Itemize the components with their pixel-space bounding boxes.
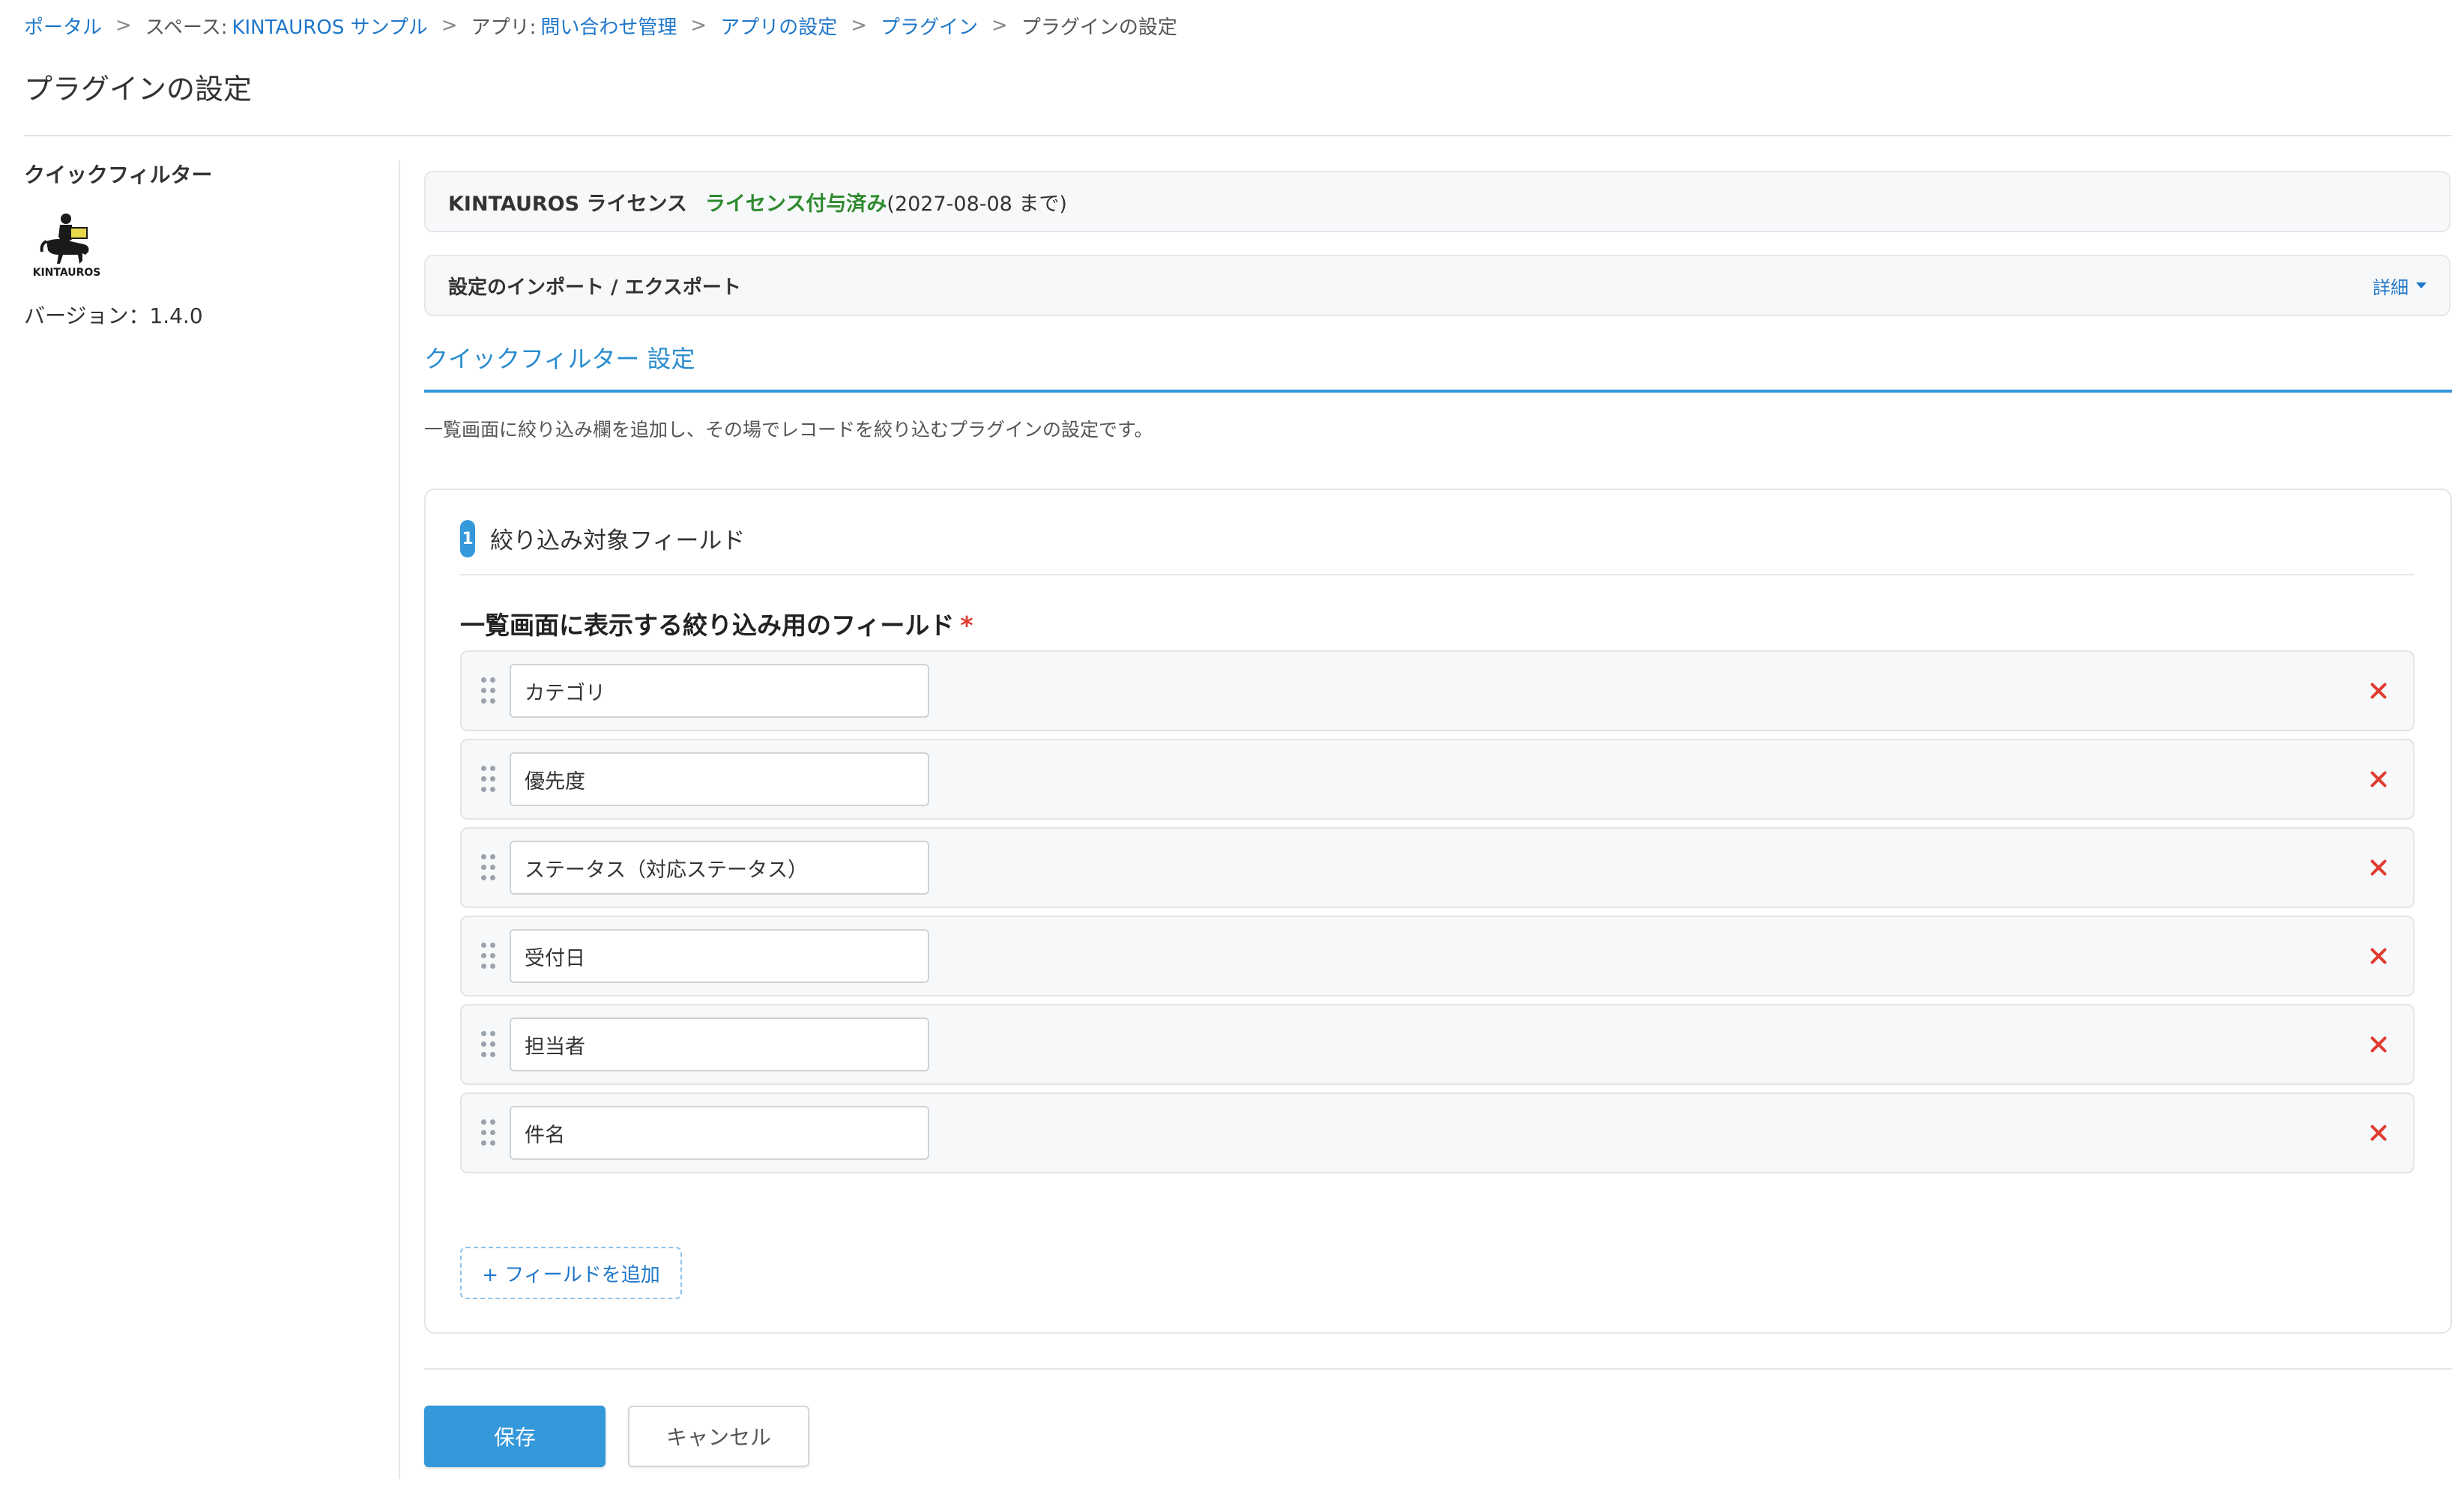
svg-text:KINTAUROS: KINTAUROS: [33, 267, 101, 279]
field-row: ステータス（対応ステータス）: [460, 827, 2415, 908]
import-export-bar: 設定のインポート / エクスポート 詳細: [424, 255, 2451, 316]
field-select[interactable]: 受付日: [510, 929, 929, 983]
breadcrumb: ポータル > スペース: KINTAUROS サンプル > アプリ: 問い合わせ…: [24, 10, 1177, 40]
delete-icon[interactable]: [2367, 856, 2391, 880]
breadcrumb-separator: >: [441, 14, 458, 37]
plugin-name: クイックフィルター: [24, 163, 213, 187]
breadcrumb-app-settings-link[interactable]: アプリの設定: [720, 12, 837, 40]
breadcrumb-separator: >: [115, 14, 132, 37]
save-button[interactable]: 保存: [424, 1406, 606, 1467]
settings-title-underline: [424, 390, 2452, 393]
cancel-button[interactable]: キャンセル: [628, 1406, 809, 1467]
field-select[interactable]: 担当者: [510, 1017, 929, 1071]
breadcrumb-app-prefix: アプリ:: [471, 16, 537, 39]
breadcrumb-separator: >: [851, 14, 868, 37]
field-row: 担当者: [460, 1004, 2415, 1085]
step-number-badge: 1: [460, 520, 475, 557]
settings-title: クイックフィルター 設定: [424, 345, 695, 373]
drag-handle-icon[interactable]: [481, 943, 498, 970]
field-label-text: 一覧画面に表示する絞り込み用のフィールド: [460, 611, 955, 640]
license-label: KINTAUROS ライセンス: [448, 192, 687, 216]
delete-icon[interactable]: [2367, 1121, 2391, 1145]
license-status: ライセンス付与済み: [704, 192, 887, 216]
license-bar: KINTAUROS ライセンス ライセンス付与済み (2027-08-08 まで…: [424, 171, 2451, 232]
card-divider: [460, 574, 2415, 575]
title-divider: [24, 135, 2452, 136]
license-expiry: (2027-08-08 まで): [887, 192, 1067, 216]
field-row: カテゴリ: [460, 650, 2415, 731]
field-select[interactable]: ステータス（対応ステータス）: [510, 841, 929, 895]
breadcrumb-space-prefix: スペース:: [145, 16, 228, 39]
breadcrumb-current: プラグインの設定: [1021, 16, 1177, 39]
breadcrumb-separator: >: [991, 14, 1008, 37]
plugin-logo: KINTAUROS: [24, 211, 109, 280]
settings-description: 一覧画面に絞り込み欄を追加し、その場でレコードを絞り込むプラグインの設定です。: [424, 419, 1153, 441]
breadcrumb-separator: >: [690, 14, 707, 37]
breadcrumb-portal-link[interactable]: ポータル: [24, 12, 102, 40]
page-title: プラグインの設定: [24, 73, 253, 106]
breadcrumb-plugins-link[interactable]: プラグイン: [881, 12, 978, 40]
drag-handle-icon[interactable]: [481, 1031, 498, 1058]
drag-handle-icon[interactable]: [481, 854, 498, 881]
footer-divider: [424, 1368, 2452, 1370]
drag-handle-icon[interactable]: [481, 1119, 498, 1146]
breadcrumb-app-link[interactable]: 問い合わせ管理: [540, 12, 677, 40]
detail-link-label: 詳細: [2373, 276, 2409, 298]
column-divider: [399, 160, 400, 1479]
delete-icon[interactable]: [2367, 1032, 2391, 1056]
add-field-button[interactable]: + フィールドを追加: [460, 1247, 682, 1299]
import-export-title: 設定のインポート / エクスポート: [448, 276, 741, 299]
field-select[interactable]: 優先度: [510, 752, 929, 806]
required-mark: *: [960, 611, 973, 640]
field-row: 受付日: [460, 916, 2415, 997]
field-select[interactable]: 件名: [510, 1106, 929, 1160]
delete-icon[interactable]: [2367, 944, 2391, 968]
field-label: 一覧画面に表示する絞り込み用のフィールド *: [460, 605, 973, 641]
step-title: 絞り込み対象フィールド: [490, 527, 746, 554]
drag-handle-icon[interactable]: [481, 677, 498, 704]
field-row: 優先度: [460, 739, 2415, 820]
plugin-version: バージョン：1.4.0: [24, 303, 203, 328]
caret-down-icon: [2416, 282, 2427, 288]
field-row: 件名: [460, 1092, 2415, 1173]
delete-icon[interactable]: [2367, 767, 2391, 791]
delete-icon[interactable]: [2367, 679, 2391, 703]
breadcrumb-space-link[interactable]: KINTAUROS サンプル: [232, 12, 427, 40]
import-export-detail-toggle[interactable]: 詳細: [2373, 273, 2427, 299]
field-select[interactable]: カテゴリ: [510, 664, 929, 718]
drag-handle-icon[interactable]: [481, 766, 498, 793]
